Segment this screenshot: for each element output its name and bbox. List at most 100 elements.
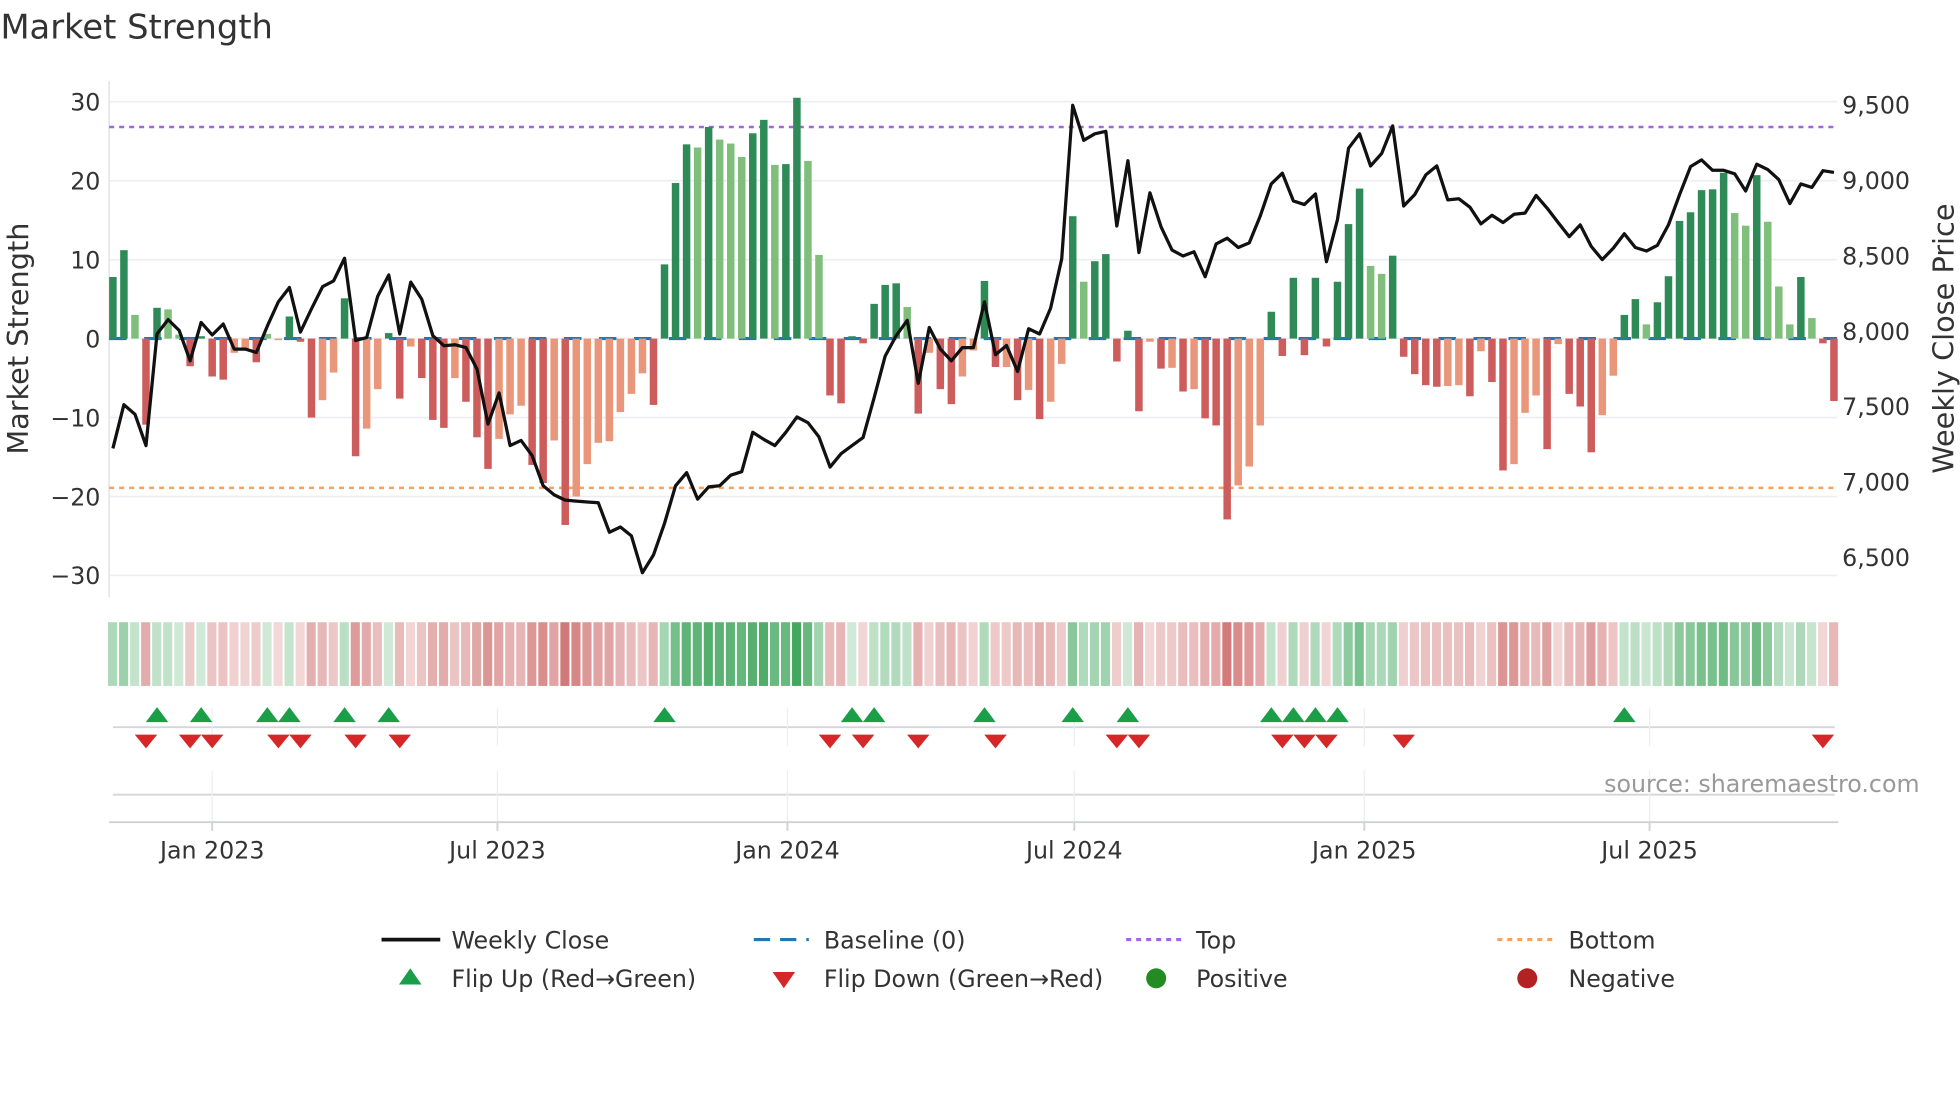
strength-bar [1521,338,1529,413]
heat-cell [924,622,934,686]
strength-bar [1355,188,1364,339]
left-axis-title: Market Strength [1,223,35,455]
strength-bar [296,338,305,342]
flip-up-marker [1613,707,1636,723]
heat-cell [538,622,548,686]
heat-cell [350,622,360,686]
heat-cell [505,622,515,686]
flip-up-marker [256,707,279,723]
heat-cell [1498,622,1508,686]
strength-bar [859,338,867,344]
strength-bar [1488,338,1496,383]
strength-bar [329,338,338,373]
strength-bar [1300,338,1309,356]
y-tick-label: −30 [50,562,100,590]
strength-bar [1433,338,1441,387]
heat-cell [571,622,581,686]
strength-bar [1388,255,1397,339]
strength-bar [1135,338,1143,412]
flip-down-marker [1105,734,1129,749]
strength-bar [241,338,250,349]
heat-cell [1233,622,1243,686]
heat-cell [979,622,989,686]
y-tick-label: 0 [85,325,100,353]
flip-down-marker [907,734,930,749]
strength-bar [1344,224,1353,339]
heat-cell [1376,622,1386,686]
heat-cell [229,622,239,686]
strength-bar [1157,338,1165,369]
legend-bottom: Bottom [1568,926,1655,954]
strength-bar [1223,338,1231,520]
strength-bar [1455,338,1463,386]
strength-bar [1322,338,1331,347]
heat-cell [1310,622,1320,686]
strength-bar [1653,302,1662,339]
heat-cell [1222,622,1232,686]
heat-cell [714,622,724,686]
right-axis-title: Weekly Close Price [1926,203,1960,473]
y2-tick-label: 9,500 [1842,92,1910,120]
flip-down-marker [818,734,842,749]
heat-cell [163,622,173,686]
strength-bar [583,338,592,465]
heat-cell [1564,622,1574,686]
strength-bar [418,338,426,379]
heat-cell [273,622,283,686]
right-axis-ticks: 9,500 9,000 8,500 8,000 7,500 7,000 6,500 [1842,92,1910,572]
y2-tick-label: 7,500 [1842,393,1910,421]
strength-bar [1510,338,1518,465]
heat-cell [747,622,758,686]
heat-cell [1167,622,1177,686]
strength-bar [704,126,713,339]
strength-bar [1631,299,1640,339]
strength-bar [407,338,415,347]
y-tick-label: 10 [70,246,100,274]
heat-cell [1575,622,1585,686]
heat-cell [383,622,393,686]
heat-cell [758,622,769,686]
heat-cell [1299,622,1309,686]
heat-cell [560,622,570,686]
strength-bar [120,250,128,339]
x-tick-label: Jul 2025 [1599,836,1698,864]
strength-bar [1741,225,1750,339]
heat-cell [1553,622,1563,686]
heat-cell [1784,622,1795,686]
heat-cell [494,622,504,686]
flip-down-marker [984,734,1007,749]
heat-cell [1652,622,1662,686]
flip-up-marker [145,707,169,723]
y-tick-label: −20 [50,483,100,511]
heat-cell [1277,622,1287,686]
heat-cell [372,622,382,686]
heat-cell [1266,622,1276,686]
heat-cell [516,622,526,686]
negative-dot-icon [1517,968,1538,989]
strength-bar [1068,216,1077,339]
strength-bar [671,183,680,339]
strength-bar [737,156,746,339]
strength-bar [373,338,382,390]
strength-bar [1819,338,1827,344]
heat-cell [681,622,691,686]
strength-bar [1278,338,1287,356]
strength-bar [605,338,614,442]
heat-cell [1619,622,1629,686]
heat-cell [1465,622,1475,686]
heat-cell [1244,622,1254,686]
strength-bar [307,338,316,418]
heat-cell [284,622,294,686]
strength-bar [318,338,327,401]
x-tick-label: Jan 2024 [733,836,839,864]
strength-bar [1532,338,1540,396]
y2-tick-label: 8,000 [1842,318,1910,346]
flip-up-marker [189,707,213,723]
strength-bar [1080,281,1088,339]
strength-bar [1289,277,1298,339]
strength-bar [1830,338,1838,401]
strength-bar [274,338,283,341]
heat-cell [1023,622,1033,686]
heat-cell [891,622,901,686]
strength-bar [1399,338,1408,357]
